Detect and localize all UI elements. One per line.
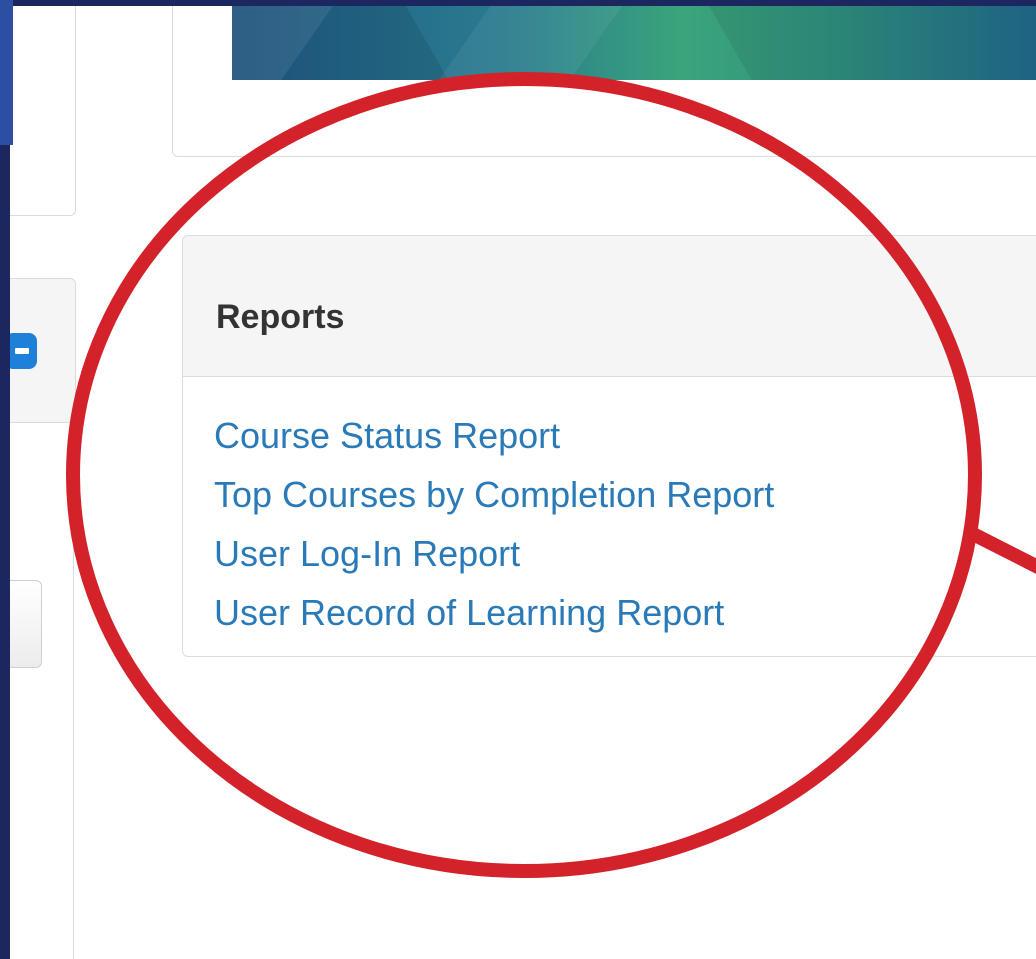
- left-accent-bar: [0, 0, 13, 145]
- report-link-label[interactable]: Top Courses by Completion Report: [214, 474, 774, 515]
- reports-panel-header: Reports: [183, 236, 1036, 377]
- frame-top-border: [0, 0, 1036, 6]
- reports-panel: Reports Course Status Report Top Courses…: [182, 235, 1036, 657]
- report-link-course-status[interactable]: Course Status Report: [214, 406, 774, 465]
- report-link-label[interactable]: User Log-In Report: [214, 533, 520, 574]
- reports-list: Course Status Report Top Courses by Comp…: [214, 406, 774, 642]
- report-link-user-login[interactable]: User Log-In Report: [214, 524, 774, 583]
- report-link-record-of-learning[interactable]: User Record of Learning Report: [214, 583, 774, 642]
- banner-image: [232, 0, 1036, 80]
- report-link-label[interactable]: User Record of Learning Report: [214, 592, 724, 633]
- report-link-top-courses[interactable]: Top Courses by Completion Report: [214, 465, 774, 524]
- left-panel-border: [73, 421, 74, 959]
- report-link-label[interactable]: Course Status Report: [214, 415, 560, 456]
- reports-title: Reports: [216, 298, 345, 336]
